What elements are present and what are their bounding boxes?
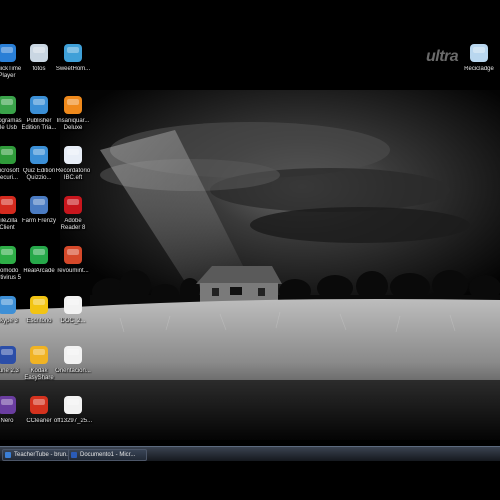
desktop-icon[interactable]: revoumint...: [44, 242, 102, 292]
pdf-document-icon: [62, 344, 84, 366]
taskbar: TeacherTube - brun... Documento1 - Micr.…: [0, 446, 500, 461]
desktop-icon-label: off13297_25...: [53, 418, 93, 424]
taskbar-button-teachertube[interactable]: TeacherTube - brun...: [2, 449, 77, 461]
screen-bezel: [0, 461, 500, 500]
desktop-icon[interactable]: Recicladge: [450, 40, 500, 90]
desktop-icon-label: Orientacion...: [55, 368, 91, 374]
desktop-icon-label: Adobe Reader 8: [60, 218, 86, 231]
desktop-icon[interactable]: Adobe Reader 8: [44, 192, 102, 242]
desktop-icon-label: Recicladge: [464, 66, 494, 72]
desktop-icon[interactable]: off13297_25...: [44, 392, 102, 442]
desktop-icon[interactable]: Orientacion...: [44, 342, 102, 392]
fish-game-icon: [62, 94, 84, 116]
books-icon: [62, 244, 84, 266]
desktop-icon[interactable]: SweetHom...: [44, 40, 102, 90]
pdf-document-icon: [62, 394, 84, 416]
pdf-document-icon: [62, 294, 84, 316]
desktop-icon-label: SweetHom...: [55, 66, 91, 72]
desktop-icon-label: DOC_2...: [60, 318, 86, 324]
desktop-icon[interactable]: DOC_2...: [44, 292, 102, 342]
recycle-bin-icon: [468, 42, 490, 64]
word-icon: [71, 452, 77, 458]
ie-icon: [5, 452, 11, 458]
sweethome-icon: [62, 42, 84, 64]
adobe-reader-icon: [62, 194, 84, 216]
taskbar-button-label: TeacherTube - brun...: [14, 452, 72, 458]
taskbar-button-documento1[interactable]: Documento1 - Micr...: [68, 449, 147, 461]
desktop-icon[interactable]: Recordatorio IBC.eft: [44, 142, 102, 192]
desktop-icon-label: revoumint...: [57, 268, 89, 274]
document-icon: [62, 144, 84, 166]
desktop-icon-label: Insaniquar... Deluxe: [56, 118, 90, 131]
desktop-icon[interactable]: Insaniquar... Deluxe: [44, 92, 102, 142]
desktop-icon-label: Recordatorio IBC.eft: [55, 168, 91, 181]
taskbar-button-label: Documento1 - Micr...: [80, 452, 136, 458]
